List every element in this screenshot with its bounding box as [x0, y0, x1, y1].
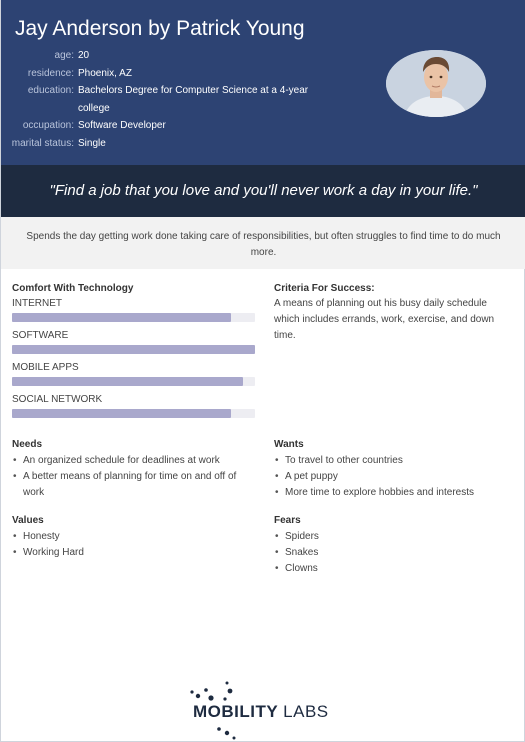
- logo-bold: MOBILITY: [193, 702, 278, 721]
- persona-header: Jay Anderson by Patrick Young age: 20 re…: [1, 0, 525, 165]
- fears-list: Spiders Snakes Clowns: [274, 529, 514, 577]
- persona-info-list: age: 20 residence: Phoenix, AZ education…: [1, 47, 341, 152]
- tech-bar-fill: [12, 409, 231, 418]
- tech-bar-mobile-apps: [12, 377, 255, 386]
- list-item: Snakes: [274, 545, 514, 561]
- info-value: Bachelors Degree for Computer Science at…: [78, 85, 309, 114]
- persona-page: Jay Anderson by Patrick Young age: 20 re…: [0, 0, 525, 742]
- persona-quote: "Find a job that you love and you'll nev…: [49, 182, 478, 199]
- list-item: Clowns: [274, 561, 514, 577]
- needs-list: An organized schedule for deadlines at w…: [12, 453, 257, 501]
- persona-summary: Spends the day getting work done taking …: [26, 231, 501, 258]
- info-value: Single: [78, 137, 106, 149]
- persona-title: Jay Anderson by Patrick Young: [15, 17, 305, 40]
- tech-bar-fill: [12, 377, 243, 386]
- list-item: Working Hard: [12, 545, 257, 561]
- person-photo-icon: [386, 50, 486, 117]
- list-item: Honesty: [12, 529, 257, 545]
- tech-bar-software: [12, 345, 255, 354]
- info-row-occupation: occupation: Software Developer: [1, 117, 341, 135]
- list-item: An organized schedule for deadlines at w…: [12, 453, 257, 469]
- info-value: 20: [78, 50, 90, 61]
- tech-section-title: Comfort With Technology: [12, 283, 134, 294]
- info-row-marital-status: marital status: Single: [1, 135, 341, 153]
- list-item: To travel to other countries: [274, 453, 514, 469]
- criteria-text: A means of planning out his busy daily s…: [274, 298, 495, 341]
- info-key: occupation:: [22, 120, 74, 131]
- info-key: marital status:: [11, 137, 74, 149]
- wants-title: Wants: [274, 439, 304, 450]
- list-item: A pet puppy: [274, 469, 514, 485]
- summary-band: Spends the day getting work done taking …: [1, 217, 525, 269]
- tech-label-social-network: SOCIAL NETWORK: [12, 394, 103, 405]
- tech-bar-internet: [12, 313, 255, 322]
- tech-bar-fill: [12, 313, 231, 322]
- info-row-age: age: 20: [1, 47, 341, 65]
- tech-bar-fill: [12, 345, 255, 354]
- tech-label-software: SOFTWARE: [12, 330, 69, 341]
- quote-band: "Find a job that you love and you'll nev…: [1, 165, 525, 217]
- list-item: More time to explore hobbies and interes…: [274, 485, 514, 501]
- info-row-education: education: Bachelors Degree for Computer…: [1, 82, 341, 117]
- tech-bar-social-network: [12, 409, 255, 418]
- list-item: Spiders: [274, 529, 514, 545]
- fears-title: Fears: [274, 515, 301, 526]
- needs-title: Needs: [12, 439, 43, 450]
- tech-label-mobile-apps: MOBILE APPS: [12, 362, 79, 373]
- criteria-title: Criteria For Success:: [274, 283, 375, 294]
- values-list: Honesty Working Hard: [12, 529, 257, 561]
- tech-label-internet: INTERNET: [12, 298, 62, 309]
- info-key: residence:: [27, 67, 74, 79]
- values-title: Values: [12, 515, 44, 526]
- logo-light: LABS: [283, 702, 329, 721]
- info-row-residence: residence: Phoenix, AZ: [1, 65, 341, 83]
- mobility-labs-logo: MOBILITY LABS: [187, 680, 347, 740]
- persona-avatar: [386, 50, 486, 117]
- list-item: A better means of planning for time on a…: [12, 469, 257, 501]
- info-key: education:: [27, 85, 74, 96]
- info-value: Software Developer: [78, 120, 166, 131]
- logo-wordmark: MOBILITY LABS: [193, 702, 329, 722]
- info-value: Phoenix, AZ: [78, 67, 132, 79]
- wants-list: To travel to other countries A pet puppy…: [274, 453, 514, 501]
- info-key: age:: [54, 50, 74, 61]
